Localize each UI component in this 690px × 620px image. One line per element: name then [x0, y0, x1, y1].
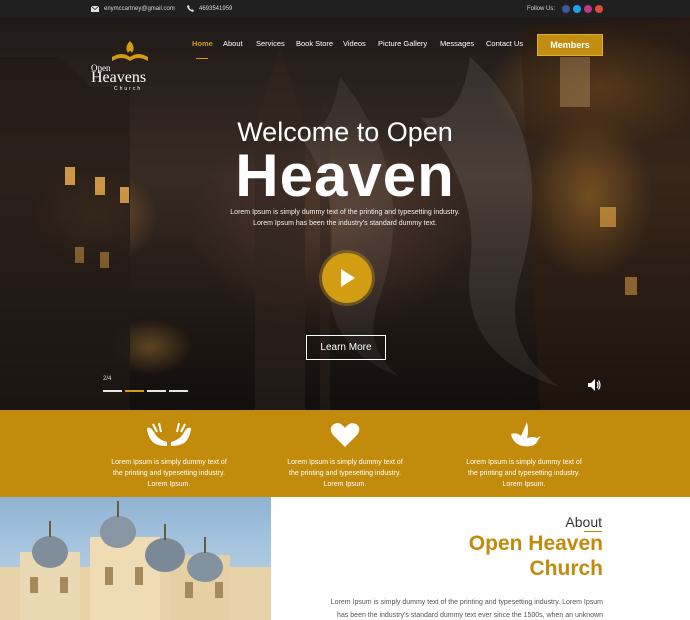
- contact-phone[interactable]: 4693541959: [187, 0, 232, 17]
- feature-text-line-2: the printing and typesetting industry.: [113, 470, 225, 477]
- phone-text: 4693541959: [199, 5, 233, 12]
- about-title-line-2: Church: [529, 557, 604, 580]
- hero-banner: Open Heavens Church Home About Services …: [0, 17, 690, 410]
- feature-text-line-3: Lorem Ipsum.: [323, 481, 367, 488]
- instagram-icon[interactable]: [584, 4, 593, 13]
- feature-card: Lorem Ipsum is simply dummy text of the …: [444, 420, 604, 490]
- nav-services[interactable]: Services: [256, 39, 285, 48]
- email-text: enymccartney@gmail.com: [104, 5, 175, 12]
- learn-more-button[interactable]: Learn More: [306, 335, 386, 360]
- feature-text-line-2: the printing and typesetting industry.: [289, 470, 401, 477]
- feature-text-line-3: Lorem Ipsum.: [502, 481, 546, 488]
- phone-icon: [187, 5, 194, 12]
- about-label: About: [565, 514, 602, 530]
- features-strip: Lorem Ipsum is simply dummy text of the …: [0, 410, 690, 497]
- feature-text-line-1: Lorem Ipsum is simply dummy text of: [287, 459, 403, 466]
- nav-about[interactable]: About: [223, 39, 243, 48]
- site-logo[interactable]: Open Heavens Church: [88, 39, 164, 92]
- play-video-button[interactable]: [322, 253, 372, 303]
- top-bar: enymccartney@gmail.com 4693541959 Follow…: [0, 0, 690, 17]
- sound-toggle[interactable]: [588, 378, 602, 396]
- about-text-line-2: has been the industry's standard dummy t…: [337, 612, 603, 619]
- contact-email[interactable]: enymccartney@gmail.com: [91, 0, 175, 17]
- nav-book-store[interactable]: Book Store: [296, 39, 333, 48]
- dove-icon: [511, 422, 541, 447]
- slide-indicator-3[interactable]: [147, 390, 166, 392]
- speaker-icon: [588, 379, 601, 391]
- slide-counter: 2/4: [103, 376, 112, 382]
- slide-indicator-4[interactable]: [169, 390, 188, 392]
- follow-label: Follow Us:: [527, 5, 556, 12]
- social-links: Follow Us:: [527, 0, 604, 17]
- logo-line-2: Heavens: [91, 69, 147, 86]
- feature-text-line-2: the printing and typesetting industry.: [468, 470, 580, 477]
- slide-indicators: [103, 390, 188, 392]
- google-plus-icon[interactable]: [595, 4, 604, 13]
- play-icon: [341, 269, 355, 287]
- nav-picture-gallery[interactable]: Picture Gallery: [378, 39, 427, 48]
- facebook-icon[interactable]: [562, 4, 571, 13]
- nav-videos[interactable]: Videos: [343, 39, 366, 48]
- heart-icon: [330, 423, 360, 447]
- feature-text-line-3: Lorem Ipsum.: [147, 481, 191, 488]
- envelope-icon: [91, 5, 99, 12]
- slide-indicator-2[interactable]: [125, 390, 144, 392]
- nav-contact-us[interactable]: Contact Us: [486, 39, 523, 48]
- feature-text-line-1: Lorem Ipsum is simply dummy text of: [111, 459, 227, 466]
- feature-card: Lorem Ipsum is simply dummy text of the …: [265, 420, 425, 490]
- open-book-flame-icon: [112, 41, 148, 61]
- about-text-line-1: Lorem Ipsum is simply dummy text of the …: [330, 599, 603, 606]
- slide-indicator-1[interactable]: [103, 390, 122, 392]
- nav-messages[interactable]: Messages: [440, 39, 474, 48]
- members-button[interactable]: Members: [537, 34, 603, 56]
- twitter-icon[interactable]: [573, 4, 582, 13]
- logo-line-3: Church: [114, 86, 143, 92]
- hero-heading: Heaven: [235, 142, 455, 209]
- nav-active-underline: [196, 58, 208, 59]
- praying-hands-icon: [147, 422, 191, 446]
- nav-home[interactable]: Home: [192, 39, 213, 48]
- feature-text-line-1: Lorem Ipsum is simply dummy text of: [466, 459, 582, 466]
- about-title-line-1: Open Heaven: [468, 532, 603, 555]
- hero-subtext-line-2: Lorem Ipsum has been the industry's stan…: [253, 220, 437, 227]
- feature-card: Lorem Ipsum is simply dummy text of the …: [89, 420, 249, 490]
- hero-subtext-line-1: Lorem Ipsum is simply dummy text of the …: [230, 209, 460, 216]
